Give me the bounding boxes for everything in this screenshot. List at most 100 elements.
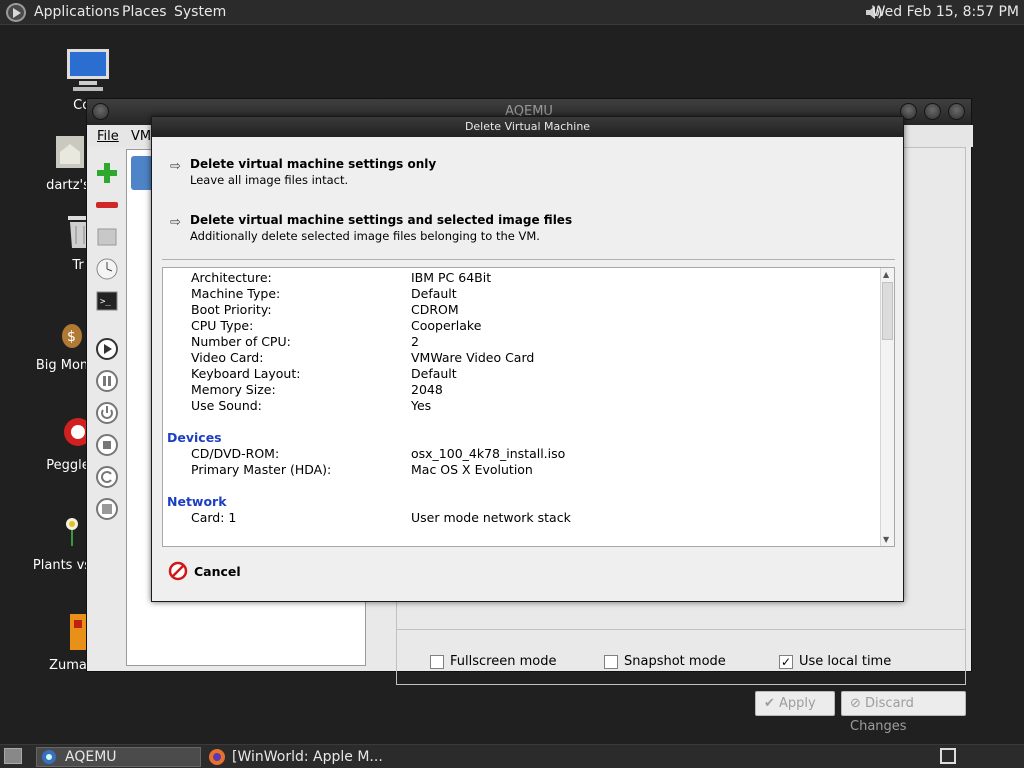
desktop-icon-label: dartz's: [46, 178, 90, 193]
reset-icon[interactable]: [95, 465, 119, 489]
taskbar-label: [WinWorld: Apple M...: [232, 749, 383, 765]
delete-settings-and-images-option[interactable]: ⇨ Delete virtual machine settings and se…: [170, 213, 870, 245]
detail-key: Number of CPU:: [191, 334, 291, 349]
checkbox-box[interactable]: [430, 654, 444, 669]
workspace-switcher-icon[interactable]: [940, 748, 956, 764]
detail-value: Default: [411, 366, 457, 381]
peggle-icon: [44, 406, 92, 454]
desktop-icon-label: Big Mon: [35, 358, 89, 373]
delete-settings-only-option[interactable]: ⇨ Delete virtual machine settings only L…: [170, 157, 870, 189]
menu-file[interactable]: File: [97, 129, 119, 144]
clock-icon[interactable]: [95, 257, 119, 281]
cancel-button[interactable]: Cancel: [168, 561, 241, 581]
checkbox-label: Snapshot mode: [624, 654, 726, 669]
window-menu-button[interactable]: [92, 103, 109, 120]
close-button[interactable]: [948, 103, 965, 120]
detail-key: Card: 1: [191, 510, 237, 525]
option-description: Leave all image files intact.: [190, 173, 349, 187]
detail-key: Video Card:: [191, 350, 264, 365]
cancel-icon: [168, 561, 188, 581]
vm-toolbar: >_: [91, 147, 125, 667]
snapshot-mode-checkbox[interactable]: Snapshot mode: [604, 654, 726, 669]
apply-button[interactable]: ✔ Apply: [755, 691, 835, 716]
aqemu-icon: [42, 750, 56, 764]
show-desktop-icon[interactable]: [4, 748, 22, 764]
checkbox-label: Fullscreen mode: [450, 654, 557, 669]
computer-icon: [64, 46, 112, 94]
detail-value: osx_100_4k78_install.iso: [411, 446, 566, 461]
terminal-icon[interactable]: >_: [95, 289, 119, 313]
option-heading: Delete virtual machine settings and sele…: [190, 213, 573, 227]
remove-vm-icon[interactable]: [95, 193, 119, 217]
top-panel: Applications Places System Wed Feb 15, 8…: [0, 0, 1024, 25]
network-heading: Network: [167, 494, 227, 509]
vm-settings-icon[interactable]: [95, 225, 119, 249]
desktop-icon-label: Peggle: [46, 458, 90, 473]
detail-value: Yes: [411, 398, 432, 413]
delete-vm-dialog: Delete Virtual Machine ⇨ Delete virtual …: [151, 116, 904, 602]
detail-value: CDROM: [411, 302, 459, 317]
detail-key: Machine Type:: [191, 286, 281, 301]
pause-icon[interactable]: [95, 369, 119, 393]
arrow-right-icon: ⇨: [170, 159, 181, 174]
play-icon[interactable]: [95, 337, 119, 361]
power-icon[interactable]: [95, 401, 119, 425]
distro-logo-icon[interactable]: [6, 3, 26, 22]
detail-value: Default: [411, 286, 457, 301]
taskbar-item-firefox[interactable]: [WinWorld: Apple M...: [206, 747, 383, 767]
scroll-down-icon[interactable]: ▼: [883, 535, 889, 544]
checkbox-box-checked[interactable]: ✓: [779, 654, 793, 669]
menu-vm[interactable]: VM: [131, 129, 151, 144]
scroll-up-icon[interactable]: ▲: [883, 270, 889, 279]
option-description: Additionally delete selected image files…: [190, 229, 540, 243]
fullscreen-mode-checkbox[interactable]: Fullscreen mode: [430, 654, 556, 669]
svg-text:>_: >_: [100, 297, 111, 307]
detail-key: Boot Priority:: [191, 302, 272, 317]
menu-applications[interactable]: Applications: [34, 4, 120, 20]
desktop-icon-label: Plants vs: [32, 558, 92, 573]
save-state-icon[interactable]: [95, 497, 119, 521]
detail-value: Cooperlake: [411, 318, 482, 333]
detail-key: Keyboard Layout:: [191, 366, 301, 381]
apply-label: Apply: [779, 696, 816, 711]
use-local-time-checkbox[interactable]: ✓ Use local time: [779, 654, 891, 669]
vertical-scrollbar[interactable]: ▲ ▼: [880, 268, 894, 546]
stop-icon[interactable]: [95, 433, 119, 457]
detail-key: Primary Master (HDA):: [191, 462, 332, 477]
vm-details-list[interactable]: Architecture: IBM PC 64Bit Machine Type:…: [162, 267, 895, 547]
detail-value: 2: [411, 334, 419, 349]
devices-heading: Devices: [167, 430, 222, 445]
detail-value: IBM PC 64Bit: [411, 270, 492, 285]
menu-places[interactable]: Places: [122, 4, 167, 20]
detail-key: Architecture:: [191, 270, 272, 285]
detail-key: CD/DVD-ROM:: [191, 446, 280, 461]
firefox-icon: [209, 749, 225, 765]
arrow-right-icon: ⇨: [170, 215, 181, 230]
detail-key: Memory Size:: [191, 382, 276, 397]
bottom-taskbar: AQEMU [WinWorld: Apple M...: [0, 744, 1024, 768]
add-vm-icon[interactable]: [95, 161, 119, 185]
clock[interactable]: Wed Feb 15, 8:57 PM: [872, 4, 1019, 20]
menu-system[interactable]: System: [174, 4, 226, 20]
flower-icon: [38, 506, 86, 554]
detail-value: VMWare Video Card: [411, 350, 535, 365]
taskbar-item-aqemu[interactable]: AQEMU: [36, 747, 201, 767]
checkbox-label: Use local time: [799, 654, 892, 669]
detail-key: Use Sound:: [191, 398, 262, 413]
home-folder-icon: [44, 126, 92, 174]
maximize-button[interactable]: [924, 103, 941, 120]
svg-text:$: $: [67, 329, 76, 345]
separator: [162, 259, 895, 260]
desktop-icon-label: Zuma: [49, 658, 87, 673]
discard-label: Discard Changes: [850, 696, 914, 734]
scrollbar-thumb[interactable]: [882, 282, 893, 340]
checkbox-box[interactable]: [604, 654, 618, 669]
zuma-icon: [44, 606, 92, 654]
discard-changes-button[interactable]: ⊘ Discard Changes: [841, 691, 966, 734]
money-bag-icon: $: [38, 306, 86, 354]
detail-key: CPU Type:: [191, 318, 254, 333]
detail-value: User mode network stack: [411, 510, 571, 525]
option-heading: Delete virtual machine settings only: [190, 157, 437, 171]
dialog-title[interactable]: Delete Virtual Machine: [152, 117, 903, 137]
detail-value: 2048: [411, 382, 443, 397]
